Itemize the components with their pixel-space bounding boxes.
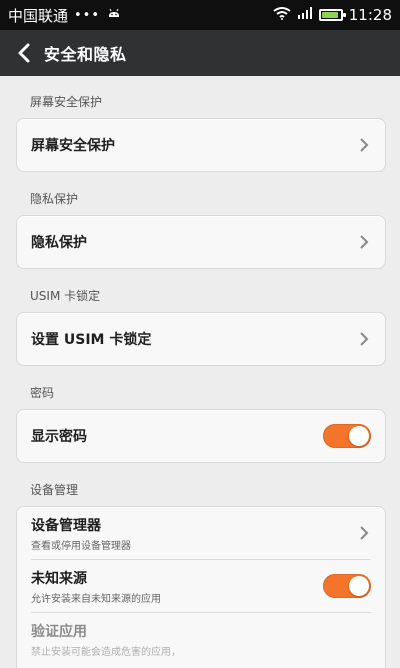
status-right: 11:28: [273, 6, 392, 24]
row-unknown-sources[interactable]: 未知来源 允许安装来自未知来源的应用: [17, 560, 385, 612]
row-usim-lock-label: 设置 USIM 卡锁定: [31, 332, 152, 348]
page-header: 安全和隐私: [0, 30, 400, 76]
row-privacy[interactable]: 隐私保护: [17, 216, 385, 268]
section-title-privacy: 隐私保护: [30, 192, 79, 206]
wifi-icon: [273, 6, 291, 24]
chevron-right-icon: [357, 525, 371, 541]
card-privacy: 隐私保护: [16, 215, 386, 269]
chevron-right-icon: [357, 331, 371, 347]
status-bar: 中国联通 ••• 11:28: [0, 0, 400, 30]
chevron-left-icon: [18, 43, 30, 63]
row-show-password[interactable]: 显示密码: [17, 410, 385, 462]
row-privacy-label: 隐私保护: [31, 235, 87, 251]
card-device-management: 设备管理器 查看或停用设备管理器 未知来源 允许安装来自未知来源的应用 验证应用…: [16, 506, 386, 668]
row-device-admins-label: 设备管理器: [31, 517, 101, 534]
section-title-screen-security: 屏幕安全保护: [30, 95, 103, 109]
row-unknown-sources-text: 未知来源 允许安装来自未知来源的应用: [31, 568, 161, 605]
notification-dots-icon: •••: [74, 7, 101, 23]
status-left: 中国联通 •••: [8, 5, 122, 26]
row-usim-lock[interactable]: 设置 USIM 卡锁定: [17, 313, 385, 365]
card-password: 显示密码: [16, 409, 386, 463]
row-unknown-sources-label: 未知来源: [31, 570, 87, 587]
row-device-admins-text: 设备管理器 查看或停用设备管理器: [31, 515, 131, 552]
row-verify-apps[interactable]: 验证应用 禁止安装可能会造成危害的应用，: [17, 613, 385, 665]
card-usim-lock: 设置 USIM 卡锁定: [16, 312, 386, 366]
carrier-name: 中国联通: [8, 6, 69, 25]
row-device-admins[interactable]: 设备管理器 查看或停用设备管理器: [17, 507, 385, 559]
back-button[interactable]: [12, 39, 36, 67]
chevron-right-icon: [357, 137, 371, 153]
row-verify-apps-text: 验证应用 禁止安装可能会造成危害的应用，: [31, 621, 181, 658]
unknown-sources-toggle[interactable]: [323, 574, 371, 598]
status-time: 11:28: [348, 6, 392, 24]
section-title-device-management: 设备管理: [30, 483, 79, 497]
row-verify-apps-subtitle: 禁止安装可能会造成危害的应用，: [31, 646, 181, 658]
row-verify-apps-label: 验证应用: [31, 623, 87, 640]
toggle-knob: [349, 426, 369, 446]
row-screen-security[interactable]: 屏幕安全保护: [17, 119, 385, 171]
card-screen-security: 屏幕安全保护: [16, 118, 386, 172]
section-title-usim-lock: USIM 卡锁定: [30, 289, 101, 303]
page-title: 安全和隐私: [44, 45, 127, 64]
row-screen-security-label: 屏幕安全保护: [31, 138, 115, 154]
signal-icon: [297, 6, 313, 24]
section-title-password: 密码: [30, 386, 55, 400]
show-password-toggle[interactable]: [323, 424, 371, 448]
row-unknown-sources-subtitle: 允许安装来自未知来源的应用: [31, 593, 161, 605]
battery-icon: [318, 9, 346, 21]
settings-list: 屏幕安全保护 屏幕安全保护 隐私保护 隐私保护 USIM 卡锁定 设置 USIM…: [0, 76, 400, 668]
android-icon: [106, 9, 122, 21]
row-show-password-label: 显示密码: [31, 429, 87, 445]
toggle-knob: [349, 576, 369, 596]
chevron-right-icon: [357, 234, 371, 250]
row-device-admins-subtitle: 查看或停用设备管理器: [31, 540, 131, 552]
